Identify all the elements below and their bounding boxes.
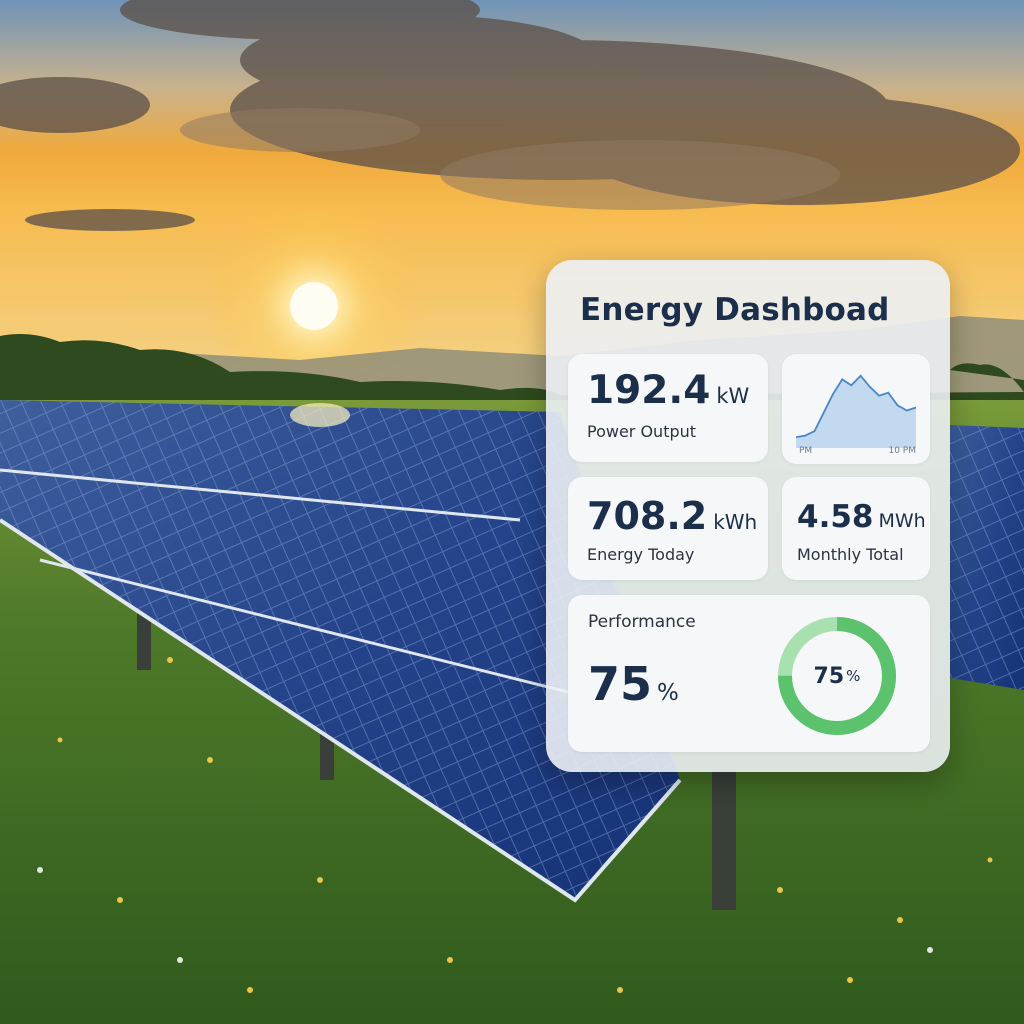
dashboard-title: Energy Dashboad [580,292,890,328]
performance-reading: 75% [588,657,679,711]
power-output-label: Power Output [587,422,697,441]
power-output-unit: kW [716,384,750,408]
energy-dashboard-card: Energy Dashboad 192.4 kW Power Output PM … [546,260,950,772]
performance-label: Performance [588,612,696,632]
sparkline-end-label: 10 PM [888,446,916,456]
energy-today-card[interactable]: 708.2 kWh Energy Today [568,477,768,580]
monthly-total-value: 4.58 [797,499,874,535]
performance-unit: % [657,680,679,706]
performance-ring-label: 75% [774,613,900,739]
sparkline-area [796,375,916,448]
monthly-total-unit: MWh [878,510,926,532]
performance-value: 75 [588,657,653,711]
monthly-total-card[interactable]: 4.58 MWh Monthly Total [782,477,930,580]
monthly-total-reading: 4.58 MWh [797,499,926,535]
performance-ring-value: 75 [813,663,845,689]
performance-ring-unit: % [846,667,861,685]
energy-today-reading: 708.2 kWh [587,494,757,538]
monthly-total-label: Monthly Total [797,545,904,564]
energy-today-label: Energy Today [587,545,695,564]
power-output-reading: 192.4 kW [587,368,749,413]
energy-today-unit: kWh [713,510,758,534]
power-output-value: 192.4 [587,368,711,413]
power-sparkline-chart [796,374,916,448]
power-sparkline-card[interactable]: PM 10 PM [782,354,930,464]
sparkline-start-label: PM [799,446,813,456]
power-output-card[interactable]: 192.4 kW Power Output [568,354,768,462]
energy-today-value: 708.2 [587,494,708,538]
performance-card[interactable]: Performance 75% 75% [568,595,930,752]
